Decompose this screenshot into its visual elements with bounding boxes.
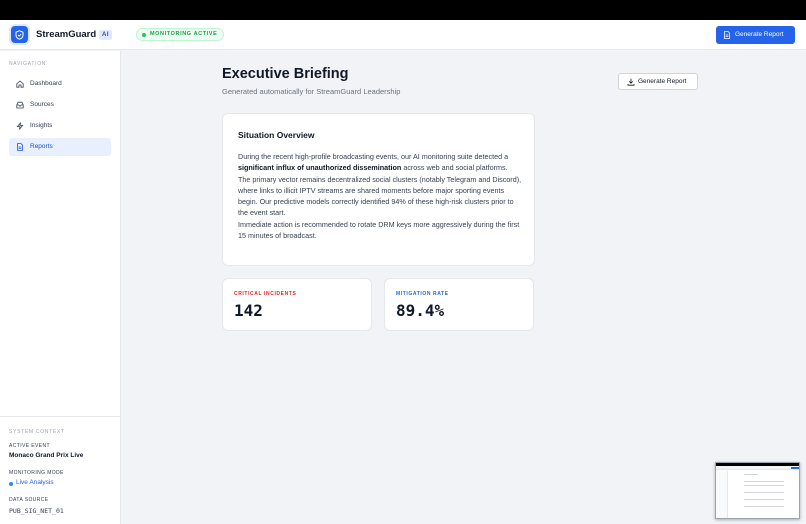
thumbnail-line	[744, 499, 784, 500]
monitoring-status-pill: MONITORING ACTIVE	[136, 28, 225, 41]
generate-report-secondary-label: Generate Report	[638, 78, 687, 85]
page-subtitle: Generated automatically for StreamGuard …	[222, 87, 401, 96]
mitigation-rate-label: MITIGATION RATE	[396, 291, 449, 297]
generate-report-secondary-button[interactable]: Generate Report	[618, 73, 698, 90]
critical-incidents-label: CRITICAL INCIDENTS	[234, 291, 297, 297]
app-header: StreamGuard AI MONITORING ACTIVE Generat…	[0, 20, 806, 50]
overview-p1-start: During the recent high-profile broadcast…	[238, 152, 509, 161]
thumbnail-sidebar	[716, 471, 728, 518]
mitigation-rate-value: 89.4%	[396, 301, 445, 320]
thumbnail-button	[791, 467, 799, 469]
live-dot-icon	[9, 481, 13, 486]
sidebar: NAVIGATION Dashboard Sources Insights Re…	[0, 51, 121, 524]
document-icon	[17, 143, 23, 151]
thumbnail-header	[716, 466, 799, 470]
sidebar-item-label: Sources	[30, 101, 54, 108]
ai-badge: AI	[99, 30, 112, 40]
thumbnail-line	[744, 492, 784, 493]
thumbnail-line	[744, 506, 784, 507]
generate-report-button[interactable]: Generate Report	[716, 26, 795, 44]
monitoring-status-label: MONITORING ACTIVE	[150, 31, 218, 37]
monitoring-mode-value: Live Analysis	[9, 479, 54, 486]
thumbnail-line	[744, 481, 784, 482]
situation-overview-text: During the recent high-profile broadcast…	[238, 151, 523, 241]
shield-icon	[15, 29, 24, 40]
thumbnail-line	[744, 474, 758, 475]
status-dot-icon	[142, 32, 146, 37]
situation-overview-card: Situation Overview During the recent hig…	[222, 113, 535, 266]
generate-report-label: Generate Report	[735, 31, 784, 38]
active-event-value: Monaco Grand Prix Live	[9, 452, 84, 459]
document-icon	[724, 31, 730, 39]
lightning-icon	[16, 122, 24, 130]
system-context-panel: SYSTEM CONTEXT ACTIVE EVENT Monaco Grand…	[0, 416, 120, 524]
sidebar-item-dashboard[interactable]: Dashboard	[9, 75, 111, 93]
sidebar-item-label: Insights	[30, 122, 53, 129]
page-title: Executive Briefing	[222, 66, 349, 82]
nav-heading: NAVIGATION	[9, 61, 47, 67]
critical-incidents-card: CRITICAL INCIDENTS 142	[222, 278, 372, 331]
data-source-label: DATA SOURCE	[9, 497, 49, 503]
overview-p1-bold: significant influx of unauthorized disse…	[238, 163, 402, 173]
sidebar-item-reports[interactable]: Reports	[9, 138, 111, 156]
overview-paragraph-3: Immediate action is recommended to rotat…	[238, 219, 520, 241]
database-icon	[16, 101, 24, 109]
data-source-value: PUB_SIG_NET_01	[9, 507, 64, 515]
mitigation-rate-card: MITIGATION RATE 89.4%	[384, 278, 534, 331]
sidebar-item-insights[interactable]: Insights	[9, 117, 111, 135]
sidebar-item-label: Reports	[30, 143, 53, 150]
sidebar-item-label: Dashboard	[30, 80, 62, 87]
thumbnail-line	[744, 485, 784, 486]
top-black-bar	[0, 0, 806, 20]
monitoring-mode-text: Live Analysis	[16, 479, 54, 486]
monitoring-mode-label: MONITORING MODE	[9, 470, 64, 476]
download-icon	[627, 78, 635, 86]
critical-incidents-value: 142	[234, 301, 263, 320]
situation-overview-heading: Situation Overview	[238, 130, 315, 140]
active-event-label: ACTIVE EVENT	[9, 443, 50, 449]
screen-preview-thumbnail[interactable]	[715, 462, 800, 519]
overview-paragraph-1: During the recent high-profile broadcast…	[238, 151, 523, 174]
system-context-heading: SYSTEM CONTEXT	[9, 429, 65, 435]
sidebar-item-sources[interactable]: Sources	[9, 96, 111, 114]
home-icon	[16, 80, 24, 88]
logo[interactable]	[11, 26, 28, 43]
brand-name: StreamGuard	[36, 29, 97, 40]
overview-paragraph-2: The primary vector remains decentralized…	[238, 174, 522, 218]
overview-p1-end: across web and social platforms.	[401, 163, 508, 173]
